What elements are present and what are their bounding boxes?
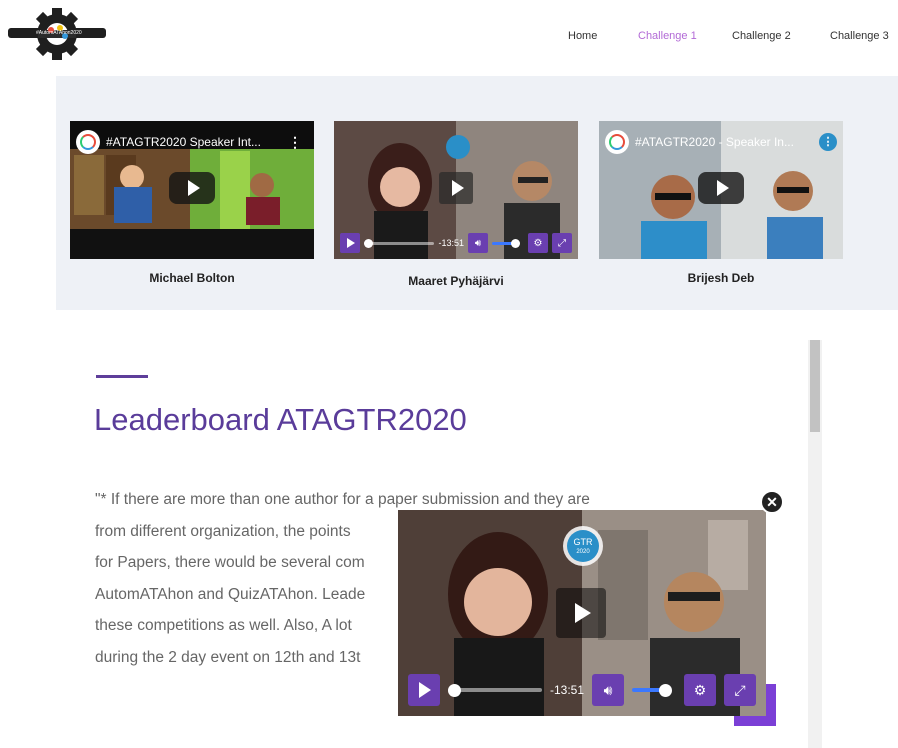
volume-slider[interactable] [492,238,520,248]
scrollbar-thumb[interactable] [810,340,820,432]
volume-slider[interactable] [632,683,672,697]
channel-logo-icon [605,130,629,154]
main-nav: Home Challenge 1 Challenge 2 Challenge 3 [0,30,898,50]
play-icon[interactable] [169,172,215,204]
speaker-name: Brijesh Deb [687,271,755,285]
nav-challenge-2[interactable]: Challenge 2 [732,30,791,42]
seek-bar[interactable] [364,238,435,248]
gtr-badge: GTR 2020 [571,537,595,557]
share-icon[interactable]: ⋮ [819,133,837,151]
volume-icon[interactable]: 🔊︎ [592,674,624,706]
section-accent-bar [96,375,148,378]
play-button[interactable] [408,674,440,706]
time-remaining: -13:51 [438,238,464,248]
speaker-name: Maaret Pyhäjärvi [408,274,504,288]
page-title: Leaderboard ATAGTR2020 [94,402,467,437]
nav-home[interactable]: Home [568,30,597,42]
badge-year: 2020 [576,549,590,555]
video-controls: -13:51 🔊︎ ⚙ ⤢ [408,674,756,706]
video-title: #ATAGTR2020 - Speaker In... [635,135,794,149]
video-title: #ATAGTR2020 Speaker Int... [106,135,261,149]
floating-video-player[interactable]: GTR 2020 -13:51 🔊︎ ⚙ ⤢ [398,510,766,716]
video-title-bar: #ATAGTR2020 Speaker Int... ⋮ [76,127,308,157]
gear-icon[interactable]: ⚙ [684,674,716,706]
more-options-icon[interactable]: ⋮ [282,134,308,151]
fullscreen-icon[interactable]: ⤢ [552,233,572,253]
volume-handle[interactable] [659,683,672,697]
fullscreen-icon[interactable]: ⤢ [724,674,756,706]
play-icon[interactable] [439,172,473,204]
video-controls: -13:51 🔊︎ ⚙ ⤢ [340,233,572,253]
video-michael-bolton[interactable]: #ATAGTR2020 Speaker Int... ⋮ [70,121,314,259]
seek-handle[interactable] [364,238,373,248]
speaker-name: Michael Bolton [149,271,235,285]
scrollbar[interactable] [808,340,822,748]
video-brijesh-deb[interactable]: #ATAGTR2020 - Speaker In... ⋮ [599,121,843,259]
volume-handle[interactable] [511,238,520,248]
gear-icon[interactable]: ⚙ [528,233,548,253]
nav-challenge-3[interactable]: Challenge 3 [830,30,889,42]
play-icon[interactable] [556,588,606,638]
channel-logo-icon [76,130,100,154]
video-title-bar: #ATAGTR2020 - Speaker In... ⋮ [605,127,837,157]
play-icon[interactable] [698,172,744,204]
seek-bar[interactable] [448,683,542,697]
time-remaining: -13:51 [549,683,584,697]
video-maaret-pyhajarvi[interactable]: -13:51 🔊︎ ⚙ ⤢ [334,121,578,259]
badge-text: GTR [573,537,593,547]
seek-handle[interactable] [448,683,461,697]
nav-challenge-1[interactable]: Challenge 1 [638,30,697,42]
volume-icon[interactable]: 🔊︎ [468,233,488,253]
play-button[interactable] [340,233,360,253]
close-icon[interactable]: ✕ [760,490,784,514]
